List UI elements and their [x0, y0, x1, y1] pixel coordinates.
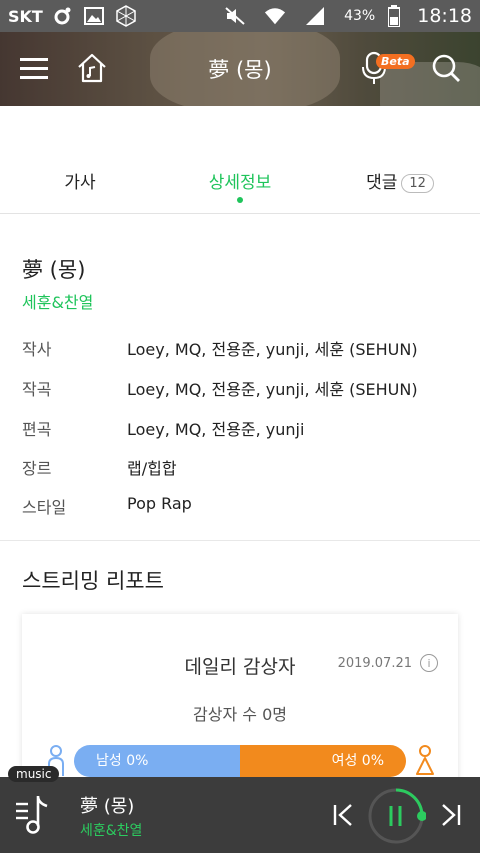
female-ratio-segment: 여성 0% — [240, 745, 406, 777]
info-row-composer: 작곡 Loey, MQ, 전용준, yunji, 세훈 (SEHUN) — [22, 376, 462, 406]
song-artist-link[interactable]: 세훈&찬열 — [22, 289, 93, 313]
player-song-title: 夢 (몽) — [80, 796, 135, 817]
info-value: Loey, MQ, 전용준, yunji — [127, 420, 305, 439]
battery-icon — [383, 5, 405, 27]
info-value: Pop Rap — [127, 494, 192, 513]
previous-button[interactable] — [330, 800, 356, 830]
info-value: Loey, MQ, 전용준, yunji, 세훈 (SEHUN) — [127, 340, 418, 359]
info-row-lyricist: 작사 Loey, MQ, 전용준, yunji, 세훈 (SEHUN) — [22, 336, 462, 366]
home-button[interactable] — [72, 48, 112, 88]
playlist-button[interactable] — [12, 790, 56, 838]
search-button[interactable] — [426, 48, 466, 88]
female-listener-icon — [416, 745, 434, 775]
search-icon — [432, 54, 460, 82]
menu-button[interactable] — [14, 48, 54, 88]
pause-icon — [368, 788, 426, 844]
signal-icon — [304, 6, 326, 26]
tab-comments-label: 댓글 — [366, 173, 398, 193]
home-music-icon — [78, 53, 106, 83]
player-artist: 세훈&찬열 — [80, 823, 143, 839]
page-title: 夢 (몽) — [208, 58, 272, 82]
playlist-icon — [16, 795, 48, 834]
clock: 18:18 — [417, 5, 472, 27]
next-button[interactable] — [438, 800, 464, 830]
comment-count-badge: 12 — [401, 174, 434, 193]
listener-count: 감상자 수 0명 — [193, 705, 287, 724]
next-icon — [442, 804, 461, 826]
info-row-style: 스타일 Pop Rap — [22, 494, 462, 524]
samsung-health-icon — [51, 6, 73, 26]
detail-tabs: 가사 상세정보 댓글 12 — [0, 150, 480, 214]
info-value: 랩/힙합 — [127, 459, 177, 478]
info-label: 스타일 — [22, 498, 67, 517]
play-pause-button[interactable] — [366, 786, 426, 846]
active-tab-indicator — [237, 197, 243, 203]
info-icon[interactable]: i — [420, 654, 438, 672]
menu-icon — [20, 58, 48, 79]
info-value: Loey, MQ, 전용준, yunji, 세훈 (SEHUN) — [127, 380, 418, 399]
mute-icon — [224, 6, 246, 26]
report-date: 2019.07.21 — [337, 656, 412, 671]
music-tag: music — [8, 766, 60, 782]
tab-details[interactable]: 상세정보 — [160, 150, 320, 213]
info-row-genre: 장르 랩/힙합 — [22, 455, 462, 485]
wifi-icon — [264, 6, 286, 26]
cube-icon — [115, 5, 137, 27]
streaming-report-title: 스트리밍 리포트 — [22, 569, 164, 593]
male-ratio-segment: 남성 0% — [74, 745, 240, 777]
header: 夢 (몽) Beta — [0, 32, 480, 106]
info-label: 작사 — [22, 340, 52, 359]
battery-percent: 43% — [344, 8, 376, 24]
gender-ratio-bar: 남성 0% 여성 0% — [74, 745, 406, 777]
tab-lyrics-label: 가사 — [64, 173, 96, 193]
tab-details-label: 상세정보 — [208, 173, 272, 193]
info-row-arranger: 편곡 Loey, MQ, 전용준, yunji — [22, 416, 462, 446]
info-label: 편곡 — [22, 420, 52, 439]
tab-lyrics[interactable]: 가사 — [0, 150, 160, 213]
status-bar: SKT 43% 18:18 — [0, 0, 480, 32]
song-title: 夢 (몽) — [22, 258, 86, 282]
song-details: 夢 (몽) 세훈&찬열 작사 Loey, MQ, 전용준, yunji, 세훈 … — [0, 214, 480, 541]
info-label: 장르 — [22, 459, 52, 478]
image-icon — [83, 6, 105, 26]
previous-icon — [333, 804, 352, 826]
tab-comments[interactable]: 댓글 12 — [320, 150, 480, 213]
app-root: { "status_bar": { "carrier": "SKT", "bat… — [0, 0, 480, 853]
beta-badge: Beta — [376, 54, 415, 69]
info-label: 작곡 — [22, 380, 52, 399]
carrier-label: SKT — [8, 6, 43, 26]
